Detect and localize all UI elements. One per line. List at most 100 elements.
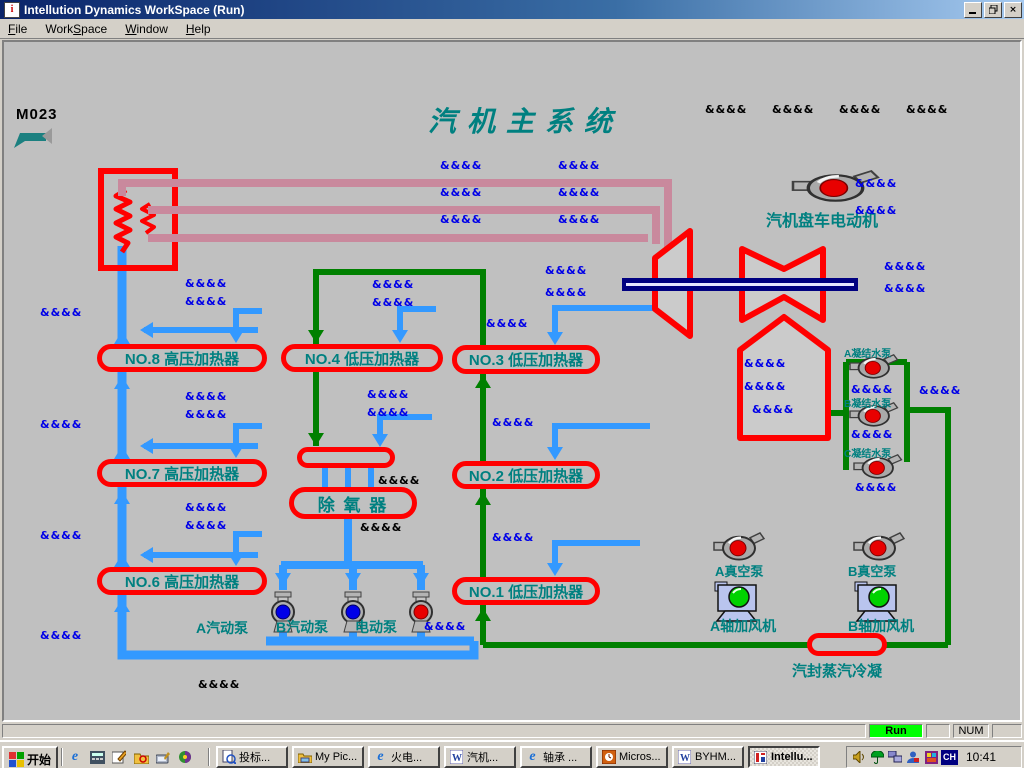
value-placeholder: &&&& <box>185 408 227 421</box>
value-placeholder: &&&& <box>367 406 409 419</box>
value-placeholder: &&&& <box>367 388 409 401</box>
tray-clock[interactable]: 10:41 <box>966 750 996 764</box>
taskbar: 开始 e 投标... My Pic... e火电... W汽机... e轴承 .… <box>0 740 1024 768</box>
user-icon[interactable] <box>905 749 921 765</box>
value-placeholder: &&&& <box>558 186 600 199</box>
value-placeholder: &&&& <box>185 501 227 514</box>
page-title: 汽机主系统 <box>428 100 623 140</box>
folder-icon <box>297 750 312 765</box>
restore-button[interactable] <box>984 2 1002 18</box>
status-panel <box>926 724 950 738</box>
deaerator-tank <box>297 447 395 468</box>
menu-window[interactable]: Window <box>125 22 168 36</box>
task-button-zhoucheng[interactable]: e轴承 ... <box>520 746 592 768</box>
task-button-qiji[interactable]: W汽机... <box>444 746 516 768</box>
value-placeholder: &&&& <box>752 403 794 416</box>
value-placeholder: &&&& <box>360 521 402 534</box>
value-placeholder: &&&& <box>185 295 227 308</box>
menu-file[interactable]: File <box>8 22 27 36</box>
intellution-icon <box>753 750 768 765</box>
gland-condenser-label: 汽封蒸汽冷凝 <box>792 660 882 681</box>
volume-icon[interactable] <box>851 749 867 765</box>
word-icon: W <box>677 750 692 765</box>
value-placeholder: &&&& <box>772 103 814 116</box>
value-placeholder: &&&& <box>855 204 897 217</box>
task-button-intellution-active[interactable]: Intellu... <box>748 746 820 768</box>
heater-no3: NO.3 低压加热器 <box>452 345 600 374</box>
value-placeholder: &&&& <box>558 213 600 226</box>
shaft-fan-b-label: B轴加风机 <box>848 616 914 636</box>
status-panel <box>992 724 1022 738</box>
menu-workspace[interactable]: WorkSpace <box>45 22 107 36</box>
picture-tag[interactable]: M023 <box>16 106 58 123</box>
run-mode-indicator: Run <box>869 724 923 738</box>
heater-no7: NO.7 高压加热器 <box>97 459 267 487</box>
value-placeholder: &&&& <box>906 103 948 116</box>
find-doc-icon <box>221 750 236 765</box>
network-icon[interactable] <box>887 749 903 765</box>
value-placeholder: &&&& <box>440 213 482 226</box>
compose-mail-icon[interactable] <box>110 748 128 766</box>
value-placeholder: &&&& <box>884 282 926 295</box>
num-lock-indicator: NUM <box>953 724 989 738</box>
start-button[interactable]: 开始 <box>2 746 58 768</box>
heater-no6: NO.6 高压加热器 <box>97 567 267 595</box>
value-placeholder: &&&& <box>372 278 414 291</box>
value-placeholder: &&&& <box>185 519 227 532</box>
value-placeholder: &&&& <box>884 260 926 273</box>
value-placeholder: &&&& <box>40 529 82 542</box>
window-title: Intellution Dynamics WorkSpace (Run) <box>24 3 964 17</box>
value-placeholder: &&&& <box>855 177 897 190</box>
value-placeholder: &&&& <box>492 416 534 429</box>
value-placeholder: &&&& <box>185 277 227 290</box>
ie-icon: e <box>373 750 388 765</box>
windows-logo-icon <box>9 752 24 767</box>
shaft-fan-a-label: A轴加风机 <box>710 616 776 636</box>
heater-no8: NO.8 高压加热器 <box>97 344 267 372</box>
value-placeholder: &&&& <box>424 620 466 633</box>
value-placeholder: &&&& <box>851 428 893 441</box>
feed-pump-b-label: B汽动泵 <box>276 617 328 637</box>
title-bar: i Intellution Dynamics WorkSpace (Run) × <box>0 0 1024 19</box>
task-button-huodian[interactable]: e火电... <box>368 746 440 768</box>
word-icon: W <box>449 750 464 765</box>
system-tray: CH 10:41 <box>846 746 1022 768</box>
calculator-icon[interactable] <box>88 748 106 766</box>
ch-language-badge[interactable]: CH <box>941 750 958 765</box>
ie-quicklaunch-icon[interactable]: e <box>66 748 84 766</box>
media-player-icon[interactable] <box>176 748 194 766</box>
condensate-pump-a-label: A凝结水泵 <box>844 345 891 360</box>
vacuum-pump-b-label: B真空泵 <box>848 561 896 580</box>
task-button-micros[interactable]: Micros... <box>596 746 668 768</box>
value-placeholder: &&&& <box>440 186 482 199</box>
value-placeholder: &&&& <box>744 380 786 393</box>
task-button-byhm[interactable]: WBYHM... <box>672 746 744 768</box>
minimize-button[interactable] <box>964 2 982 18</box>
menu-help[interactable]: Help <box>186 22 211 36</box>
value-placeholder: &&&& <box>839 103 881 116</box>
value-placeholder: &&&& <box>40 418 82 431</box>
condensate-pump-b-label: B凝结水泵 <box>844 395 891 410</box>
value-placeholder: &&&& <box>744 357 786 370</box>
task-button-mypic[interactable]: My Pic... <box>292 746 364 768</box>
menu-bar: File WorkSpace Window Help <box>0 19 1024 39</box>
value-placeholder: &&&& <box>558 159 600 172</box>
folder-find-icon[interactable] <box>132 748 150 766</box>
status-message-panel <box>2 724 866 738</box>
heater-no4: NO.4 低压加热器 <box>281 344 443 372</box>
status-bar: Run NUM <box>0 722 1024 740</box>
value-placeholder: &&&& <box>185 390 227 403</box>
svg-text:W: W <box>452 753 462 764</box>
feed-pump-a-label: A汽动泵 <box>196 618 248 638</box>
value-placeholder: &&&& <box>851 383 893 396</box>
umbrella-antivirus-icon[interactable] <box>869 749 885 765</box>
task-button-toubiao[interactable]: 投标... <box>216 746 288 768</box>
vacuum-pump-a-label: A真空泵 <box>715 561 763 580</box>
show-desktop-icon[interactable] <box>154 748 172 766</box>
close-button[interactable]: × <box>1004 2 1022 18</box>
value-placeholder: &&&& <box>486 317 528 330</box>
value-placeholder: &&&& <box>40 306 82 319</box>
value-placeholder: &&&& <box>372 296 414 309</box>
ime-icon[interactable] <box>923 749 939 765</box>
value-placeholder: &&&& <box>492 531 534 544</box>
